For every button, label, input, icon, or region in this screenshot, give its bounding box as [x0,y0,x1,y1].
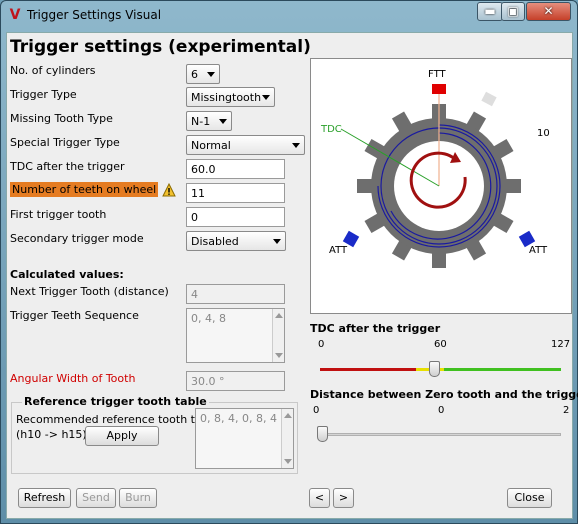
distance-slider-thumb[interactable] [317,426,328,442]
chevron-down-icon [262,95,270,100]
maximize-button[interactable]: ▣ [501,2,525,21]
secondary-trigger-mode-select[interactable]: Disabled [186,231,286,251]
window-title: Trigger Settings Visual [27,8,162,22]
dialog-content: Trigger settings (experimental) No. of c… [6,32,578,519]
previous-button[interactable]: < [309,488,330,508]
tdc-slider-red-segment [320,368,416,371]
maximize-icon: ▣ [507,4,519,18]
distance-slider-min: 0 [313,405,320,416]
trigger-teeth-sequence-label: Trigger Teeth Sequence [10,309,139,322]
cylinders-select[interactable]: 6 [186,64,220,84]
tdc-slider-thumb[interactable] [428,361,440,377]
chevron-down-icon [207,72,215,77]
angular-width-label: Angular Width of Tooth [10,372,136,385]
wheel-tooth [357,179,373,193]
chevron-down-icon [219,119,227,124]
scroll-down-icon [284,459,292,464]
reference-group-title: Reference trigger tooth table [22,395,209,408]
reference-table-textarea[interactable]: 0, 8, 4, 0, 8, 4 [195,408,294,469]
scrollbar[interactable] [281,409,293,468]
scroll-down-icon [275,353,283,358]
trigger-type-label: Trigger Type [10,88,77,101]
tdc-slider-title: TDC after the trigger [310,322,441,335]
distance-slider-track [322,433,561,436]
special-trigger-type-label: Special Trigger Type [10,136,120,149]
close-icon: ✕ [543,4,554,18]
next-trigger-tooth-label: Next Trigger Tooth (distance) [10,285,169,298]
window: V Trigger Settings Visual ▬ ▣ ✕ Trigger … [0,0,578,524]
chevron-down-icon [273,239,281,244]
trigger-wheel-visual: FTT TDC 10 ATT ATT [310,58,572,314]
reference-table-value: 0, 8, 4, 0, 8, 4 [200,412,277,425]
distance-slider-max: 2 [563,405,570,416]
minimize-icon: ▬ [484,4,496,18]
wheel-tooth [505,179,521,193]
reference-tooth-group: Reference trigger tooth table Recommende… [11,395,298,474]
reference-label-line2: (h10 -> h15) [16,428,87,441]
wheel-tooth [432,252,446,268]
tdc-label: TDC [320,124,342,135]
tdc-slider-green-segment [444,368,561,371]
first-trigger-tooth-label: First trigger tooth [10,208,107,221]
burn-button[interactable]: Burn [119,488,157,508]
scroll-up-icon [275,313,283,318]
apply-button[interactable]: Apply [85,426,159,446]
reference-label-line1: Recommended reference tooth table [16,413,219,426]
app-logo-icon: V [9,7,21,23]
secondary-trigger-mode-label: Secondary trigger mode [10,232,144,245]
tdc-slider-mid: 60 [434,339,447,350]
special-trigger-type-select[interactable]: Normal [186,135,305,155]
title-bar: V Trigger Settings Visual ▬ ▣ ✕ [1,1,577,29]
tdc-after-trigger-label: TDC after the trigger [10,160,125,173]
trigger-type-value: Missingtooth [191,91,262,104]
scrollbar[interactable] [272,309,284,362]
close-button[interactable]: Close [507,488,552,508]
tdc-slider-min: 0 [318,339,325,350]
chevron-down-icon [292,143,300,148]
secondary-trigger-mode-value: Disabled [191,235,239,248]
close-window-button[interactable]: ✕ [526,2,571,21]
next-trigger-tooth-field: 4 [186,284,285,304]
send-button[interactable]: Send [76,488,116,508]
cylinders-label: No. of cylinders [10,64,96,77]
att-left-label: ATT [329,245,348,256]
trigger-teeth-sequence-textarea[interactable]: 0, 4, 8 [186,308,285,363]
missing-tooth-type-label: Missing Tooth Type [10,112,113,125]
trigger-wheel-canvas: FTT TDC 10 ATT ATT [320,69,550,268]
ftt-label: FTT [428,69,447,80]
distance-slider-title: Distance between Zero tooth and the trig… [310,388,578,401]
warning-icon [162,183,176,197]
distance-slider-mid: 0 [438,405,445,416]
teeth-on-wheel-label: Number of teeth on wheel [10,182,159,197]
ftt-marker [432,84,446,94]
tdc-slider-max: 127 [551,339,571,350]
teeth-on-wheel-input[interactable]: 11 [186,183,285,203]
next-button[interactable]: > [333,488,354,508]
refresh-button[interactable]: Refresh [18,488,71,508]
first-trigger-tooth-input[interactable]: 0 [186,207,285,227]
trigger-teeth-sequence-value: 0, 4, 8 [191,312,226,325]
trigger-type-select[interactable]: Missingtooth [186,87,275,107]
cylinders-value: 6 [191,68,198,81]
missing-tooth-type-select[interactable]: N-1 [186,111,232,131]
missing-tooth-marker [481,91,497,107]
page-title: Trigger settings (experimental) [10,37,311,57]
tdc-after-trigger-input[interactable]: 60.0 [186,159,285,179]
missing-tooth-type-value: N-1 [191,115,211,128]
minimize-button[interactable]: ▬ [477,2,503,21]
special-trigger-type-value: Normal [191,139,231,152]
att-right-label: ATT [529,245,548,256]
scroll-up-icon [284,413,292,418]
calculated-values-title: Calculated values: [10,268,124,281]
tooth-number-label: 10 [537,128,550,139]
angular-width-field: 30.0 ° [186,371,285,391]
